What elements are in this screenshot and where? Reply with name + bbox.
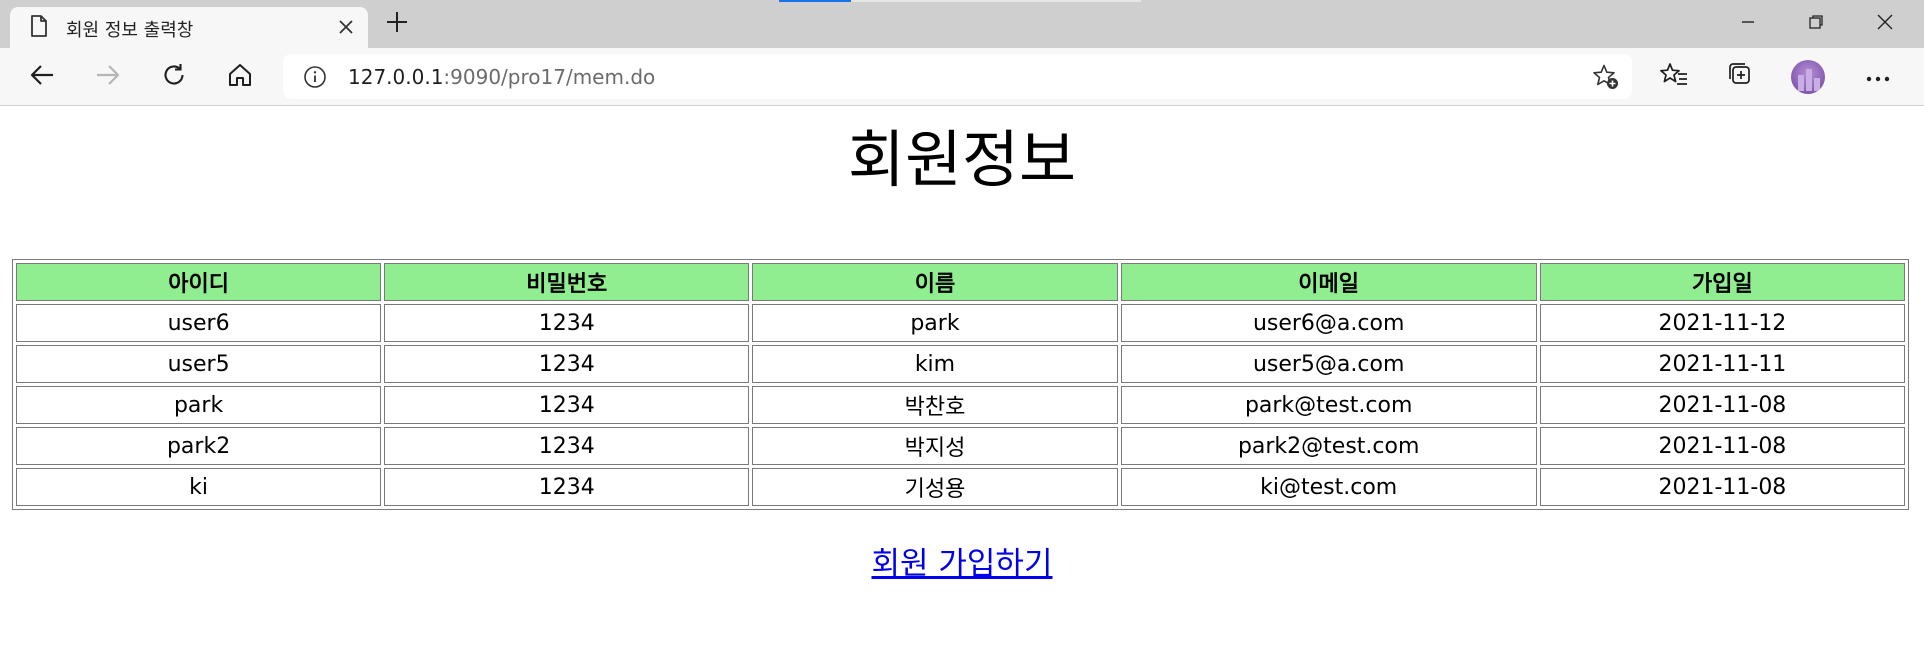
table-row: user6 1234 park user6@a.com 2021-11-12 (16, 304, 1905, 342)
refresh-icon (161, 62, 187, 92)
tab-strip: 회원 정보 출력창 (0, 0, 1924, 48)
cell-id: park2 (16, 427, 382, 465)
home-button[interactable] (221, 59, 259, 95)
column-header-joined: 가입일 (1539, 263, 1905, 301)
table-row: ki 1234 기성용 ki@test.com 2021-11-08 (16, 468, 1905, 506)
table-header-row: 아이디 비밀번호 이름 이메일 가입일 (16, 263, 1905, 301)
collections-icon (1727, 61, 1755, 93)
restore-icon (1808, 14, 1824, 34)
url-host: 127.0.0.1 (348, 65, 444, 89)
cell-email: park@test.com (1120, 386, 1537, 424)
new-tab-button[interactable] (381, 9, 413, 39)
window-close-button[interactable] (1852, 0, 1918, 48)
table-row: park2 1234 박지성 park2@test.com 2021-11-08 (16, 427, 1905, 465)
cell-joined: 2021-11-11 (1539, 345, 1905, 383)
cell-joined: 2021-11-08 (1539, 386, 1905, 424)
page-title: 회원정보 (847, 123, 1077, 196)
address-bar[interactable]: 127.0.0.1:9090/pro17/mem.do (283, 54, 1632, 99)
cell-email: ki@test.com (1120, 468, 1537, 506)
tab-title: 회원 정보 출력창 (66, 20, 194, 41)
home-icon (227, 62, 253, 92)
signup-link-container: 회원 가입하기 (0, 538, 1924, 583)
cell-name: 박지성 (752, 427, 1118, 465)
cell-name: 박찬호 (752, 386, 1118, 424)
cell-id: park (16, 386, 382, 424)
collections-button[interactable] (1722, 59, 1760, 95)
window-close-icon (1876, 13, 1894, 35)
cell-password: 1234 (384, 427, 750, 465)
star-plus-icon[interactable] (1592, 63, 1620, 91)
url-text[interactable]: 127.0.0.1:9090/pro17/mem.do (348, 65, 655, 89)
cell-password: 1234 (384, 468, 750, 506)
favorites-button[interactable] (1655, 59, 1693, 95)
tab-strip-accent-track (851, 0, 1141, 2)
close-icon[interactable] (332, 13, 360, 41)
member-table: 아이디 비밀번호 이름 이메일 가입일 user6 1234 park user… (12, 259, 1909, 510)
minimize-button[interactable] (1715, 0, 1781, 48)
tab-strip-accent (779, 0, 851, 2)
url-path: :9090/pro17/mem.do (443, 65, 656, 89)
page-content: 회원정보 아이디 비밀번호 이름 이메일 가입일 user6 1234 park… (0, 107, 1924, 651)
browser-toolbar: 127.0.0.1:9090/pro17/mem.do (0, 48, 1924, 106)
cell-id: ki (16, 468, 382, 506)
cell-name: 기성용 (752, 468, 1118, 506)
favorites-icon (1660, 62, 1688, 92)
restore-button[interactable] (1783, 0, 1849, 48)
column-header-id: 아이디 (16, 263, 382, 301)
browser-tab[interactable]: 회원 정보 출력창 (10, 7, 368, 48)
forward-button[interactable] (89, 59, 127, 95)
forward-arrow-icon (95, 64, 121, 90)
plus-icon (386, 11, 408, 37)
column-header-name: 이름 (752, 263, 1118, 301)
page-icon (29, 15, 49, 37)
cell-joined: 2021-11-08 (1539, 427, 1905, 465)
cell-joined: 2021-11-08 (1539, 468, 1905, 506)
minimize-icon (1740, 14, 1756, 34)
back-arrow-icon (29, 64, 55, 90)
table-row: user5 1234 kim user5@a.com 2021-11-11 (16, 345, 1905, 383)
back-button[interactable] (23, 59, 61, 95)
cell-id: user5 (16, 345, 382, 383)
more-icon (1865, 68, 1891, 87)
cell-email: park2@test.com (1120, 427, 1537, 465)
signup-link[interactable]: 회원 가입하기 (872, 546, 1053, 582)
info-icon[interactable] (303, 65, 327, 89)
cell-email: user6@a.com (1120, 304, 1537, 342)
cell-id: user6 (16, 304, 382, 342)
cell-joined: 2021-11-12 (1539, 304, 1905, 342)
column-header-password: 비밀번호 (384, 263, 750, 301)
refresh-button[interactable] (155, 59, 193, 95)
settings-menu-button[interactable] (1859, 59, 1897, 95)
table-row: park 1234 박찬호 park@test.com 2021-11-08 (16, 386, 1905, 424)
column-header-email: 이메일 (1120, 263, 1537, 301)
cell-name: kim (752, 345, 1118, 383)
cell-email: user5@a.com (1120, 345, 1537, 383)
cell-password: 1234 (384, 304, 750, 342)
cell-name: park (752, 304, 1118, 342)
cell-password: 1234 (384, 386, 750, 424)
cell-password: 1234 (384, 345, 750, 383)
avatar[interactable] (1791, 60, 1825, 94)
